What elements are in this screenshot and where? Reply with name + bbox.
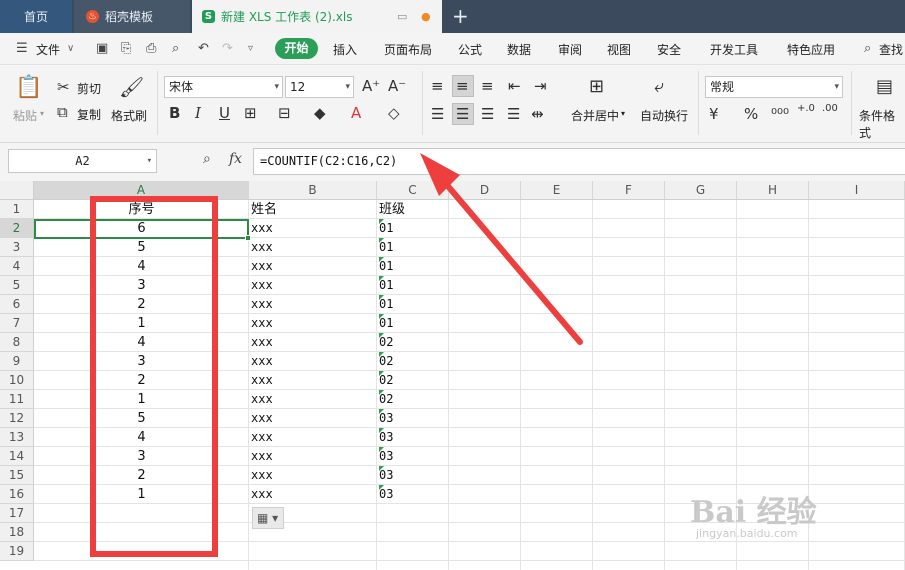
annotation-arrow-icon: [420, 153, 583, 345]
watermark-url: jingyan.baidu.com: [696, 527, 798, 540]
paste-options-button[interactable]: ▦ ▾: [252, 507, 284, 529]
watermark-logo: Bai 经验: [690, 495, 817, 530]
watermark: Bai 经验 jingyan.baidu.com: [690, 487, 817, 540]
